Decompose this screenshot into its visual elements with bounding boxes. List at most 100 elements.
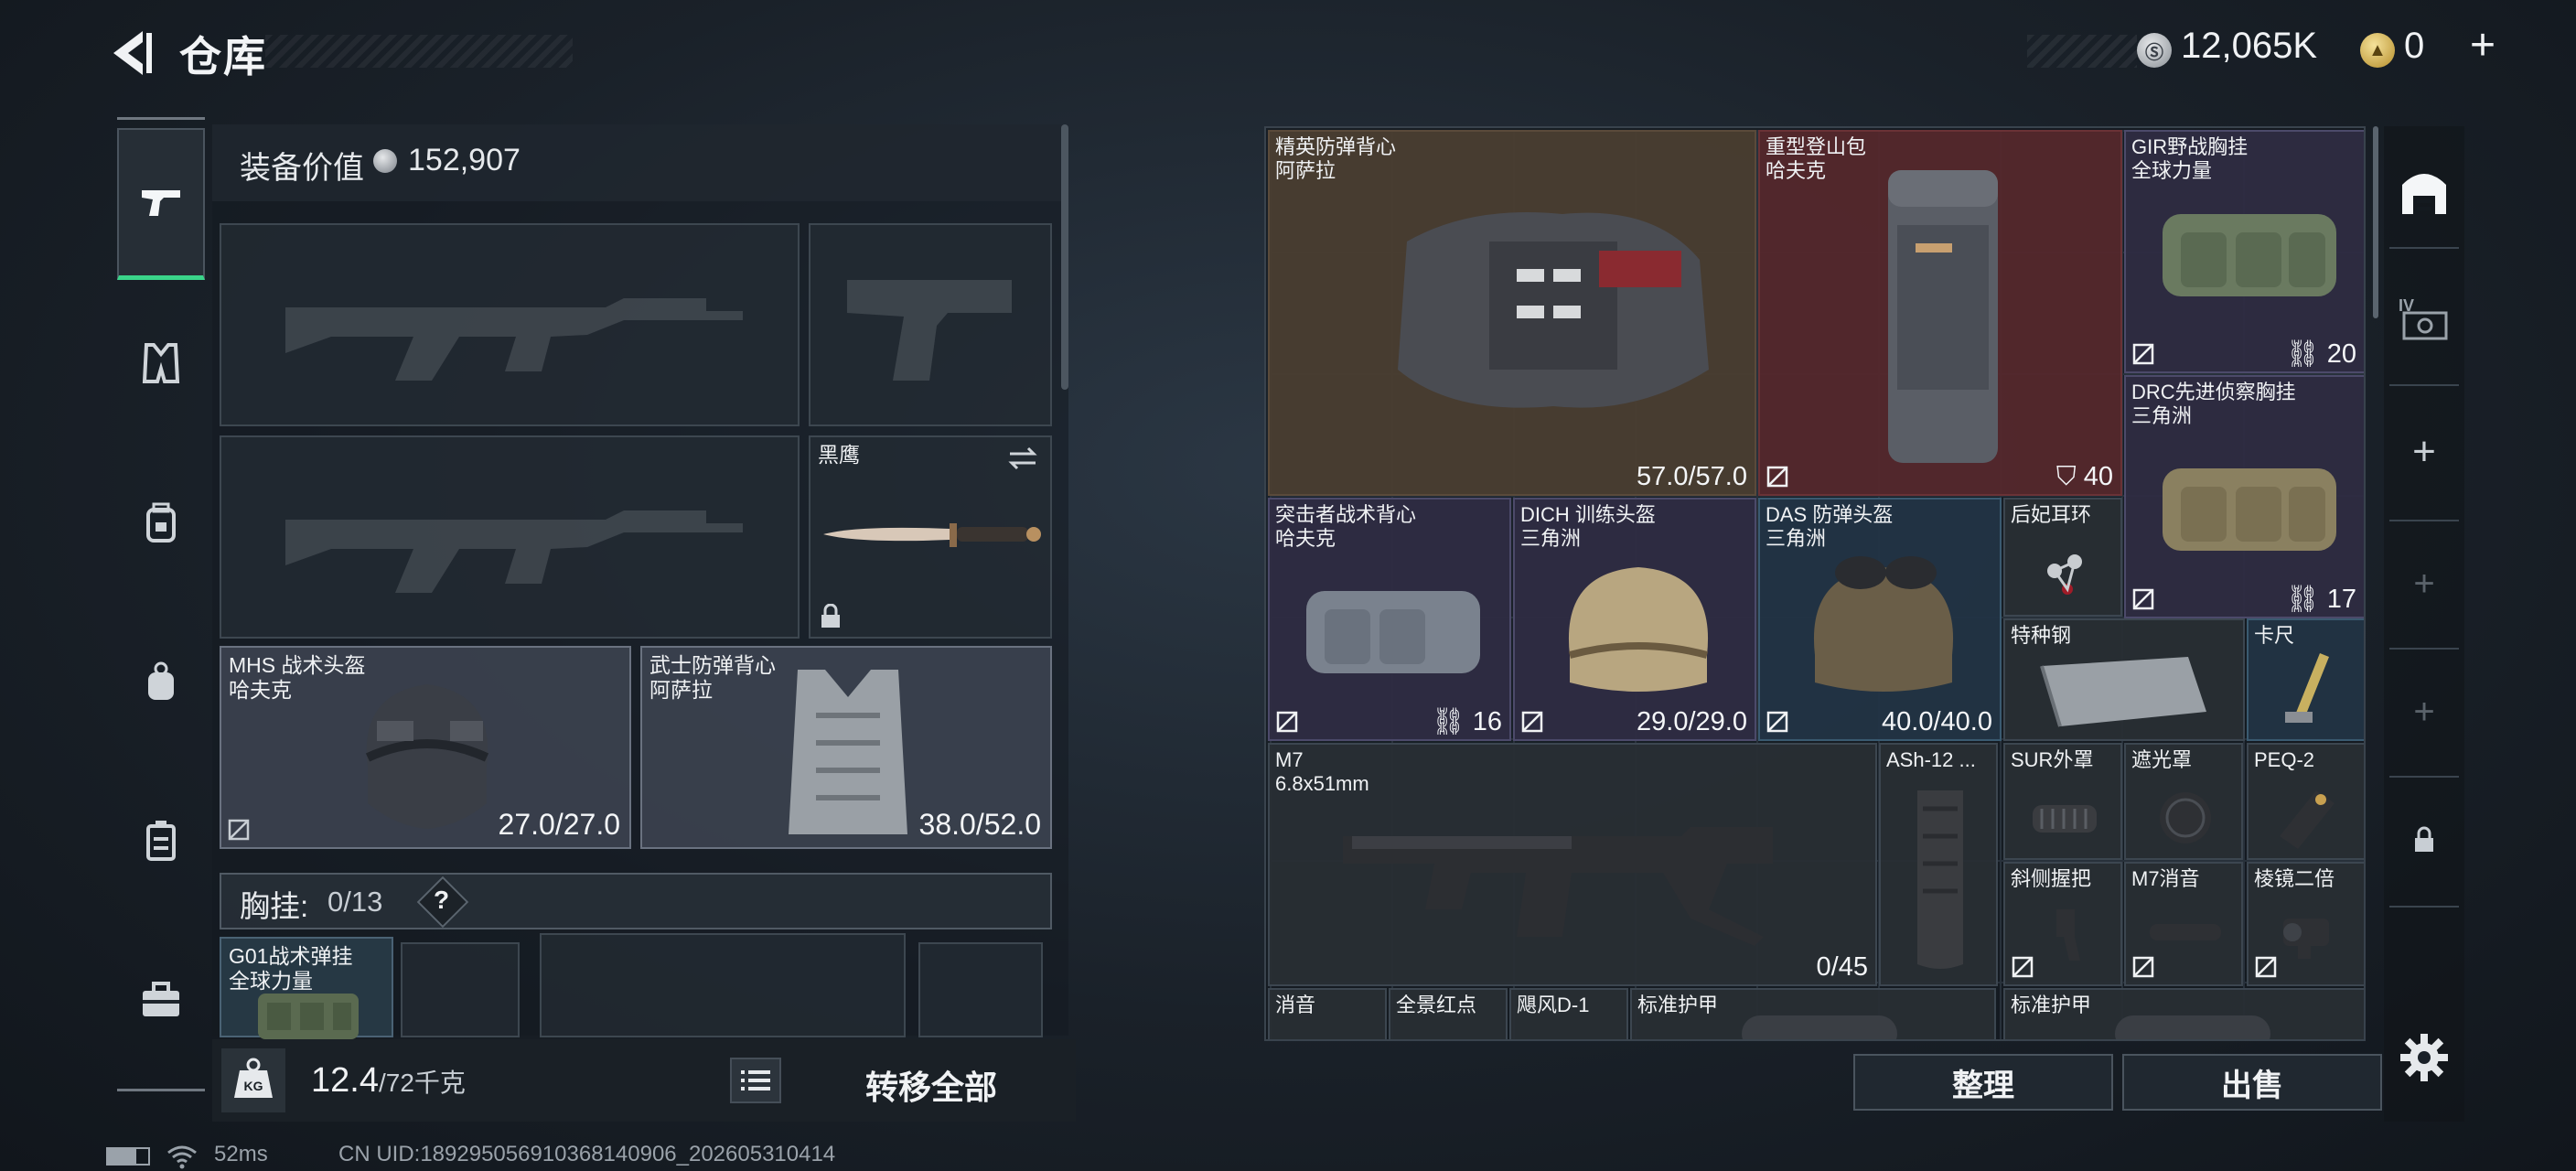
rig-capacity-icon: ⛓ <box>1431 707 1473 736</box>
inventory-item[interactable]: 消音 <box>1268 988 1387 1039</box>
transfer-all-button[interactable]: 转移全部 <box>865 1061 997 1109</box>
page-title: 仓库 <box>179 33 267 81</box>
no-insure-icon <box>1275 710 1299 734</box>
no-insure-icon <box>2131 955 2155 979</box>
locked-storage[interactable] <box>2389 805 2459 875</box>
chest-rig-item[interactable]: G01战术弹挂 全球力量 <box>220 937 393 1039</box>
helmet-name: MHS 战术头盔 哈夫克 <box>229 653 366 702</box>
inventory-item[interactable]: 遮光罩 <box>2124 743 2243 860</box>
hafu-coin-icon: Ⓢ <box>2137 33 2172 68</box>
item-image <box>2056 909 2080 961</box>
no-insure-icon <box>1520 710 1544 734</box>
item-ammo-count: 0/45 <box>1816 952 1868 982</box>
item-image <box>2115 1015 2270 1039</box>
item-image <box>1742 1015 1897 1039</box>
no-insure-icon <box>1766 465 1789 489</box>
armor-slot[interactable]: 武士防弹背心 阿萨拉 38.0/52.0 <box>640 646 1052 849</box>
secondary-weapon-slot[interactable] <box>220 435 800 639</box>
pistol-silhouette-icon <box>847 280 1012 381</box>
item-capacity: ⛓ 16 <box>1431 707 1502 736</box>
helmet-slot[interactable]: MHS 战术头盔 哈夫克 27.0/27.0 <box>220 646 631 849</box>
storage-tab-expansion[interactable]: IV <box>2389 284 2459 353</box>
chest-rig-slot[interactable] <box>401 942 520 1037</box>
inventory-item[interactable]: 斜侧握把 <box>2003 862 2122 986</box>
item-capacity: ⛉ 40 <box>2055 462 2113 491</box>
helmet-image <box>365 684 489 829</box>
pistol-slot[interactable] <box>809 223 1052 426</box>
armor-durability: 38.0/52.0 <box>918 808 1041 841</box>
item-image <box>2150 924 2221 940</box>
gear-icon[interactable] <box>2397 1030 2452 1085</box>
no-insure-icon <box>2254 955 2278 979</box>
equipment-scrollbar[interactable] <box>1061 124 1068 390</box>
add-storage-button[interactable]: + <box>2389 417 2459 487</box>
nav-tab-backpack[interactable] <box>117 481 205 564</box>
nav-tab-case[interactable] <box>117 800 205 882</box>
item-durability: 40.0/40.0 <box>1882 707 1992 736</box>
inventory-item[interactable]: DICH 训练头盔 三角洲 29.0/29.0 <box>1513 498 1756 741</box>
inventory-item[interactable]: 重型登山包 哈夫克 ⛉ 40 <box>1758 130 2122 496</box>
case-icon <box>141 819 181 863</box>
add-currency-button[interactable]: + <box>2470 20 2496 70</box>
inventory-scrollbar[interactable] <box>2373 126 2378 318</box>
inventory-item[interactable]: M7 6.8x51mm 0/45 <box>1268 743 1877 986</box>
item-image <box>2280 790 2334 849</box>
toolbox-icon <box>139 980 183 1020</box>
chest-rig-label: 胸挂: <box>240 889 309 923</box>
wifi-icon <box>166 1144 198 1169</box>
triangle-coin-icon: ▲ <box>2360 33 2395 68</box>
item-durability: 29.0/29.0 <box>1637 707 1747 736</box>
player-uid: CN UID:1892950569103681409​06_2026053104… <box>338 1142 836 1166</box>
item-image <box>1306 591 1480 673</box>
inventory-item[interactable]: 突击者战术背心 哈夫克 ⛓ 16 <box>1268 498 1511 741</box>
inventory-item[interactable]: 标准护甲 <box>2003 988 2364 1039</box>
swap-icon[interactable] <box>1006 445 1039 472</box>
nav-tab-weapon[interactable] <box>117 128 205 280</box>
inventory-item[interactable]: 全景红点 <box>1389 988 1508 1039</box>
armor-image <box>789 670 907 834</box>
list-icon <box>741 1070 770 1090</box>
triangle-coin-balance: 0 <box>2404 26 2425 66</box>
nav-divider <box>117 1089 205 1091</box>
nav-tab-pouch[interactable] <box>117 640 205 723</box>
inventory-item[interactable]: DAS 防弹头盔 三角洲 40.0/40.0 <box>1758 498 2002 741</box>
inventory-item[interactable]: 精英防弹背心 阿萨拉 57.0/57.0 <box>1268 130 1756 496</box>
svg-text:KG: KG <box>244 1079 263 1093</box>
equipment-value-label: 装备价值 <box>240 151 364 186</box>
add-storage-button[interactable]: + <box>2389 549 2459 618</box>
inventory-item[interactable]: 飓风D-1 <box>1509 988 1628 1039</box>
no-insure-icon <box>227 818 251 842</box>
nav-tab-toolbox[interactable] <box>117 959 205 1041</box>
storage-tab-main[interactable] <box>2389 156 2459 225</box>
nav-tab-vest[interactable] <box>117 322 205 404</box>
item-image <box>2163 468 2336 551</box>
carry-weight: 12.4/72千克 <box>311 1061 466 1100</box>
inventory-item[interactable]: 标准护甲 <box>1630 988 1996 1039</box>
item-durability: 57.0/57.0 <box>1637 462 1747 491</box>
sell-button[interactable]: 出售 <box>2122 1054 2382 1111</box>
primary-weapon-slot[interactable] <box>220 223 800 426</box>
inventory-item[interactable]: 棱镜二倍 <box>2247 862 2364 986</box>
inventory-item[interactable]: DRC先进侦察胸挂 三角洲 ⛓ 17 <box>2124 375 2364 618</box>
inventory-item[interactable]: 后妃耳环 <box>2003 498 2122 617</box>
add-storage-button[interactable]: + <box>2389 677 2459 747</box>
rig-capacity-icon: ⛓ <box>2285 585 2327 614</box>
sort-button[interactable]: 整理 <box>1853 1054 2113 1111</box>
inventory-item[interactable]: ASh-12 ... <box>1879 743 1998 986</box>
chest-rig-slot[interactable] <box>540 933 906 1037</box>
inventory-item[interactable]: PEQ-2 <box>2247 743 2364 860</box>
melee-slot[interactable]: 黑鹰 <box>809 435 1052 639</box>
chest-rig-slot[interactable] <box>918 942 1043 1037</box>
inventory-item[interactable]: 特种钢 <box>2003 618 2245 741</box>
chest-rig-image <box>258 994 359 1039</box>
back-arrow-icon[interactable] <box>102 26 157 81</box>
inventory-item[interactable]: M7消音 <box>2124 862 2243 986</box>
inventory-item[interactable]: GIR野战胸挂 全球力量 ⛓ 20 <box>2124 130 2364 373</box>
list-view-button[interactable] <box>730 1058 781 1103</box>
backpack-capacity-icon: ⛉ <box>2055 462 2084 491</box>
rail-divider <box>2389 247 2459 249</box>
item-image <box>1917 790 1963 969</box>
item-image <box>2040 657 2206 727</box>
inventory-item[interactable]: 卡尺 <box>2247 618 2364 741</box>
inventory-item[interactable]: SUR外罩 <box>2003 743 2122 860</box>
